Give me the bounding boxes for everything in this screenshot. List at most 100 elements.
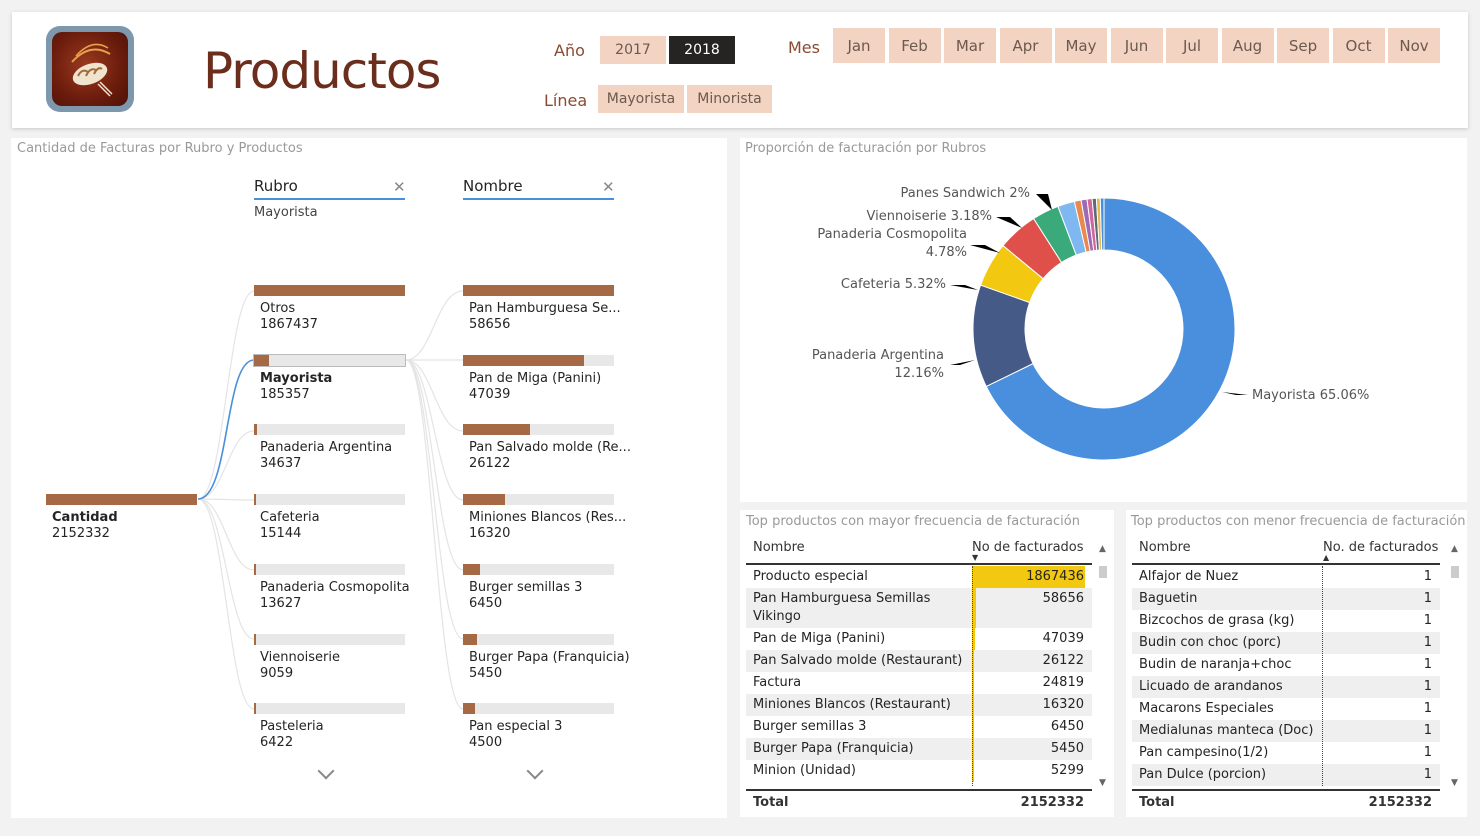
table-row[interactable]: Pan de Miga (Panini) 47039 [746, 628, 1092, 650]
producto-bar[interactable] [463, 563, 614, 575]
rubro-bar[interactable] [254, 285, 405, 296]
table-row[interactable]: Factura 24819 [746, 672, 1092, 694]
month-jun-button[interactable]: Jun [1110, 28, 1163, 63]
rubro-bar-fill [254, 494, 257, 506]
rubro-value: 15144 [260, 526, 302, 542]
rubro-name[interactable]: Pasteleria [260, 719, 324, 734]
scroll-down-icon[interactable]: ▼ [1451, 778, 1458, 788]
producto-name[interactable]: Burger Papa (Franquicia) [469, 650, 630, 665]
table-row[interactable]: Pan Dulce (porcion) 1 [1132, 764, 1440, 786]
month-apr-button[interactable]: Apr [999, 28, 1052, 63]
scroll-down-icon[interactable]: ▼ [1099, 778, 1106, 788]
producto-value: 4500 [469, 735, 503, 751]
rubro-value: 185357 [260, 386, 310, 402]
rubro-name[interactable]: Mayorista [260, 371, 332, 386]
producto-value: 16320 [469, 526, 511, 542]
cell-value: 47039 [1042, 631, 1084, 646]
label-pct: 2% [1009, 186, 1030, 201]
col-nombre-header[interactable]: Nombre [1139, 540, 1191, 555]
sort-desc-icon[interactable]: ▼ [972, 553, 978, 562]
producto-name[interactable]: Pan Salvado molde (Re... [469, 440, 631, 455]
rubro-name[interactable]: Otros [260, 301, 295, 316]
cell-value: 1 [1423, 613, 1432, 628]
month-jan-button[interactable]: Jan [833, 28, 885, 63]
table-row[interactable]: Macarons Especiales 1 [1132, 698, 1440, 720]
producto-name[interactable]: Burger semillas 3 [469, 580, 582, 595]
scroll-thumb[interactable] [1451, 566, 1459, 578]
table-row[interactable]: Burger semillas 3 6450 [746, 716, 1092, 738]
col-facturados-header[interactable]: No de facturados [972, 540, 1084, 555]
cell-name: Macarons Especiales [1139, 701, 1274, 716]
table-row[interactable]: Budin con choc (porc) 1 [1132, 632, 1440, 654]
table-row[interactable]: Pan campesino(1/2) 1 [1132, 742, 1440, 764]
table-row[interactable]: Budin de naranja+choc 1 [1132, 654, 1440, 676]
month-mar-button[interactable]: Mar [944, 28, 996, 63]
cell-name: Minion (Unidad) [753, 763, 856, 778]
month-jul-button[interactable]: Jul [1166, 28, 1218, 63]
bottom-table-scrollbar[interactable]: ▲ ▼ [1450, 540, 1460, 790]
label-name: Viennoiserie [866, 209, 947, 224]
producto-name[interactable]: Pan especial 3 [469, 719, 562, 734]
cell-value: 1 [1423, 569, 1432, 584]
producto-bar[interactable] [463, 633, 614, 645]
producto-bar[interactable] [463, 354, 614, 366]
table-row[interactable]: Pan Salvado molde (Restaurant) 26122 [746, 650, 1092, 672]
rubro-name[interactable]: Viennoiserie [260, 650, 340, 665]
rubro-name[interactable]: Panaderia Cosmopolita [260, 580, 410, 595]
table-row[interactable]: Producto especial 1867436 [746, 566, 1092, 588]
cell-name: Burger Papa (Franquicia) [753, 741, 914, 756]
sort-asc-icon[interactable]: ▲ [1323, 553, 1329, 562]
producto-value: 47039 [469, 386, 511, 402]
rubro-bar[interactable] [254, 494, 405, 506]
table-row[interactable]: Medialunas manteca (Doc) 1 [1132, 720, 1440, 742]
rubro-name[interactable]: Cafeteria [260, 510, 320, 525]
rubro-bar[interactable] [254, 563, 405, 575]
top-table-scrollbar[interactable]: ▲ ▼ [1098, 540, 1108, 790]
label-name: Cafeteria [840, 277, 901, 292]
table-row[interactable]: Alfajor de Nuez 1 [1132, 566, 1440, 588]
month-feb-button[interactable]: Feb [888, 28, 941, 63]
producto-bar[interactable] [463, 703, 614, 715]
producto-bar[interactable] [463, 494, 614, 506]
col-facturados-header[interactable]: No. de facturados [1323, 540, 1438, 555]
rubro-bar[interactable] [253, 353, 406, 367]
producto-name[interactable]: Pan de Miga (Panini) [469, 371, 601, 386]
cell-value: 24819 [1042, 675, 1084, 690]
table-row[interactable]: Minion (Unidad) 5299 [746, 760, 1092, 782]
table-row[interactable]: Burger Papa (Franquicia) 5450 [746, 738, 1092, 760]
month-oct-button[interactable]: Oct [1332, 28, 1385, 63]
label-pct: 4.78% [925, 245, 967, 260]
scroll-up-icon[interactable]: ▲ [1099, 544, 1106, 554]
month-may-button[interactable]: May [1055, 28, 1107, 63]
total-value: 2152332 [1368, 795, 1432, 810]
label-pct: 5.32% [904, 277, 946, 292]
scroll-up-icon[interactable]: ▲ [1451, 544, 1458, 554]
cell-value: 6450 [1050, 719, 1084, 734]
rubro-bar[interactable] [254, 424, 405, 436]
producto-bar[interactable] [463, 285, 614, 296]
producto-name[interactable]: Pan Hamburguesa Se... [469, 301, 621, 316]
producto-name[interactable]: Miniones Blancos (Res... [469, 510, 626, 525]
month-sep-button[interactable]: Sep [1277, 28, 1329, 63]
month-aug-button[interactable]: Aug [1221, 28, 1274, 63]
table-row[interactable]: Pan Hamburguesa Semillas Vikingo 58656 [746, 588, 1092, 628]
rubro-bar[interactable] [254, 703, 405, 715]
table-row[interactable]: Miniones Blancos (Restaurant) 16320 [746, 694, 1092, 716]
rubro-bar-fill [254, 285, 405, 296]
rubro-name[interactable]: Panaderia Argentina [260, 440, 392, 455]
col-nombre-header[interactable]: Nombre [753, 540, 805, 555]
producto-bar[interactable] [463, 424, 614, 436]
month-nov-button[interactable]: Nov [1388, 28, 1440, 63]
label-name: Panaderia Argentina [811, 348, 944, 363]
top-table-body: Producto especial 1867436 Pan Hamburguesa … [746, 566, 1092, 786]
table-row[interactable]: Licuado de arandanos 1 [1132, 676, 1440, 698]
root-bar[interactable] [46, 494, 197, 505]
rubro-bar[interactable] [254, 633, 405, 645]
table-row[interactable]: Bizcochos de grasa (kg) 1 [1132, 610, 1440, 632]
cell-name: Miniones Blancos (Restaurant) [753, 697, 951, 712]
cell-name: Budin con choc (porc) [1139, 635, 1282, 650]
cell-value: 1867436 [1026, 569, 1084, 584]
cell-name: Producto especial [753, 569, 868, 584]
scroll-thumb[interactable] [1099, 566, 1107, 578]
table-row[interactable]: Baguetin 1 [1132, 588, 1440, 610]
